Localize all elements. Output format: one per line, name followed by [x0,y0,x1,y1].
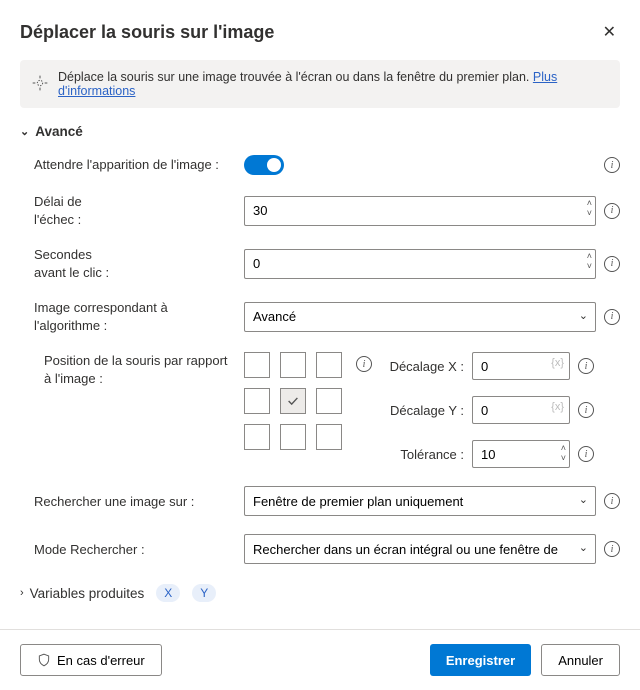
stepper-up-icon[interactable]: ˄ [561,443,566,453]
pos-cell-tc[interactable] [280,352,306,378]
fx-icon[interactable]: {x} [551,401,564,413]
info-icon[interactable]: i [578,446,594,462]
on-error-button[interactable]: En cas d'erreur [20,644,162,676]
check-icon [286,394,300,408]
pos-cell-br[interactable] [316,424,342,450]
algorithm-label: Image correspondant à l'algorithme : [34,299,244,334]
fx-icon[interactable]: {x} [551,357,564,369]
seconds-before-input[interactable] [244,249,596,279]
save-button[interactable]: Enregistrer [430,644,531,676]
info-icon[interactable]: i [604,541,620,557]
pos-cell-ml[interactable] [244,388,270,414]
dialog-title: Déplacer la souris sur l'image [20,22,274,43]
wait-image-label: Attendre l'apparition de l'image : [34,156,244,174]
advanced-section-label: Avancé [35,124,83,139]
pos-cell-mr[interactable] [316,388,342,414]
stepper-up-icon[interactable]: ˄ [587,251,592,261]
move-mouse-icon [32,75,48,94]
close-button[interactable]: ✕ [599,18,620,46]
on-error-label: En cas d'erreur [57,653,145,668]
search-mode-select[interactable] [244,534,596,564]
shield-icon [37,653,51,667]
fail-delay-label: Délai de l'échec : [34,193,244,228]
cancel-button[interactable]: Annuler [541,644,620,676]
tolerance-input[interactable] [472,440,570,468]
produced-var-y[interactable]: Y [192,584,216,602]
algorithm-select[interactable] [244,302,596,332]
advanced-section-toggle[interactable]: ⌄ Avancé [20,124,620,139]
position-grid [244,352,342,450]
info-icon[interactable]: i [604,203,620,219]
chevron-right-icon: › [20,587,24,599]
info-banner: Déplace la souris sur une image trouvée … [20,60,620,108]
search-on-select[interactable] [244,486,596,516]
tolerance-label: Tolérance : [386,447,464,462]
produced-var-x[interactable]: X [156,584,180,602]
offset-y-label: Décalage Y : [386,403,464,418]
stepper-up-icon[interactable]: ˄ [587,198,592,208]
fail-delay-input[interactable] [244,196,596,226]
seconds-before-label: Secondes avant le clic : [34,246,244,281]
info-icon[interactable]: i [604,493,620,509]
info-icon[interactable]: i [604,256,620,272]
banner-text: Déplace la souris sur une image trouvée … [58,70,529,84]
search-mode-label: Mode Rechercher : [34,541,244,559]
info-icon[interactable]: i [356,356,372,372]
position-label: Position de la souris par rapport à l'im… [34,352,244,387]
stepper-down-icon[interactable]: ˅ [561,453,566,463]
stepper-down-icon[interactable]: ˅ [587,208,592,218]
info-icon[interactable]: i [578,358,594,374]
wait-image-toggle[interactable] [244,155,284,175]
info-icon[interactable]: i [604,309,620,325]
pos-cell-tl[interactable] [244,352,270,378]
chevron-down-icon: ⌄ [20,125,29,138]
pos-cell-center[interactable] [280,388,306,414]
pos-cell-bc[interactable] [280,424,306,450]
search-on-label: Rechercher une image sur : [34,493,244,511]
produced-vars-toggle[interactable]: › Variables produites X Y [20,584,620,602]
info-icon[interactable]: i [604,157,620,173]
pos-cell-tr[interactable] [316,352,342,378]
stepper-down-icon[interactable]: ˅ [587,261,592,271]
produced-vars-label: Variables produites [30,586,145,601]
info-icon[interactable]: i [578,402,594,418]
offset-x-label: Décalage X : [386,359,464,374]
pos-cell-bl[interactable] [244,424,270,450]
